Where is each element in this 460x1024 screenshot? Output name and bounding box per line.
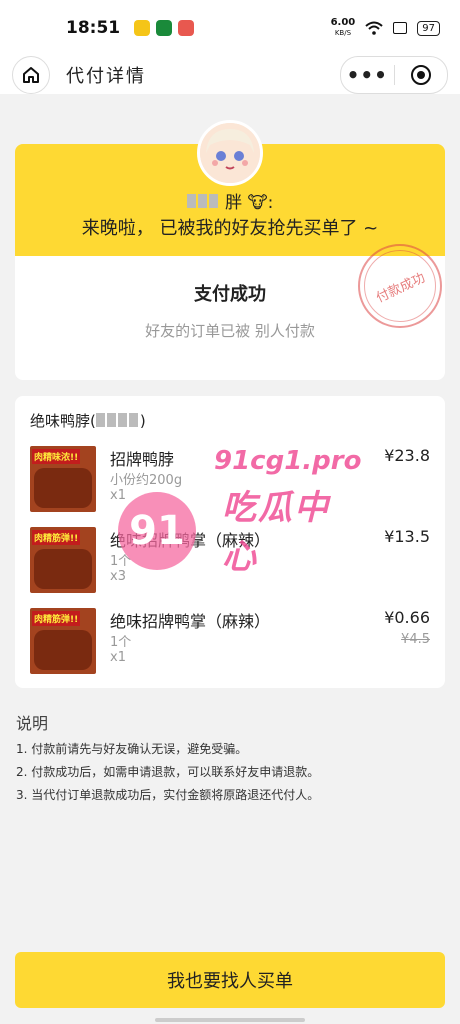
screen-record-icon — [393, 22, 408, 34]
oppo-icon — [156, 20, 173, 36]
item-name: 绝味招牌鸭掌（麻辣） — [110, 612, 271, 631]
battery-indicator: 97 — [417, 20, 440, 36]
friend-avatar — [197, 120, 263, 186]
product-image — [34, 549, 92, 589]
product-image — [34, 468, 92, 508]
friend-message: 来晚啦， 已被我的好友抢先买单了 ~ — [81, 218, 379, 239]
redacted-name — [186, 193, 220, 213]
home-button[interactable] — [12, 56, 50, 94]
item-quantity: x3 — [110, 569, 126, 584]
item-quantity: x1 — [110, 650, 126, 665]
item-price: ¥13.5 — [384, 527, 430, 546]
more-dots-icon: ••• — [346, 63, 388, 87]
item-spec: 1个 — [110, 554, 132, 569]
paid-stamp: 付款成功 — [358, 244, 442, 328]
net-speed-value: 6.00 — [330, 17, 356, 28]
home-indicator[interactable] — [155, 1018, 305, 1022]
product-thumbnail: 肉精筋弹!! — [30, 608, 96, 674]
product-tag: 肉精筋弹!! — [32, 611, 81, 626]
item-spec: 小份约200g — [110, 473, 183, 488]
product-tag: 肉精味浓!! — [32, 449, 81, 464]
net-speed: 6.00 KB/S — [331, 18, 356, 38]
paid-stamp-text: 付款成功 — [374, 270, 428, 306]
item-name: 绝味招牌鸭掌（麻辣） — [110, 531, 271, 550]
note-line: 3. 当代付订单退款成功后，实付金额将原路退还代付人。 — [16, 788, 320, 802]
item-price: ¥23.8 — [384, 446, 430, 465]
app-notification-icon — [178, 20, 195, 36]
shop-name-text: 绝味鸭脖( — [30, 412, 96, 430]
status-time: 18:51 — [66, 18, 121, 38]
friend-name: 胖 🐮: — [15, 188, 445, 213]
status-bar: 18:51 6.00 KB/S 97 — [0, 0, 460, 56]
order-item[interactable]: 肉精味浓!! 招牌鸭脖 小份约200g x1 ¥23.8 — [30, 446, 430, 514]
wifi-icon — [365, 21, 383, 35]
order-item[interactable]: 肉精筋弹!! 绝味招牌鸭掌（麻辣） 1个 x1 ¥0.66 ¥4.5 — [30, 608, 430, 676]
item-quantity: x1 — [110, 488, 126, 503]
target-icon — [410, 65, 431, 85]
notes-title: 说明 — [16, 714, 49, 733]
emoji-icon: 🐮: — [247, 193, 274, 213]
note-line: 2. 付款成功后，如需申请退款，可以联系好友申请退款。 — [16, 765, 320, 779]
product-thumbnail: 肉精味浓!! — [30, 446, 96, 512]
product-image — [34, 630, 92, 670]
net-speed-unit: KB/S — [334, 29, 352, 37]
friend-name-text: 胖 — [225, 193, 243, 213]
redacted-shop — [95, 412, 140, 431]
paid-stamp-inner: 付款成功 — [364, 250, 436, 322]
product-tag: 肉精筋弹!! — [32, 530, 81, 545]
find-someone-to-pay-button[interactable]: 我也要找人买单 — [15, 952, 445, 1008]
item-original-price: ¥4.5 — [401, 632, 430, 647]
item-name: 招牌鸭脖 — [110, 450, 175, 469]
status-app-icons — [134, 20, 195, 36]
mini-program-capsule: ••• — [340, 56, 448, 94]
nav-bar: 代付详情 ••• — [0, 56, 460, 94]
note-line: 1. 付款前请先与好友确认无误，避免受骗。 — [16, 742, 248, 756]
close-button[interactable] — [395, 57, 448, 93]
anime-avatar-icon — [200, 123, 260, 183]
home-icon — [23, 67, 39, 83]
item-spec: 1个 — [110, 635, 132, 650]
order-item[interactable]: 肉精筋弹!! 绝味招牌鸭掌（麻辣） 1个 x3 ¥13.5 — [30, 527, 430, 595]
product-thumbnail: 肉精筋弹!! — [30, 527, 96, 593]
more-button[interactable]: ••• — [341, 57, 394, 93]
page-title: 代付详情 — [66, 66, 146, 87]
weibo-icon — [134, 20, 151, 36]
shop-name: 绝味鸭脖() — [30, 412, 146, 431]
status-right: 6.00 KB/S 97 — [331, 18, 440, 38]
item-price: ¥0.66 — [384, 608, 430, 627]
